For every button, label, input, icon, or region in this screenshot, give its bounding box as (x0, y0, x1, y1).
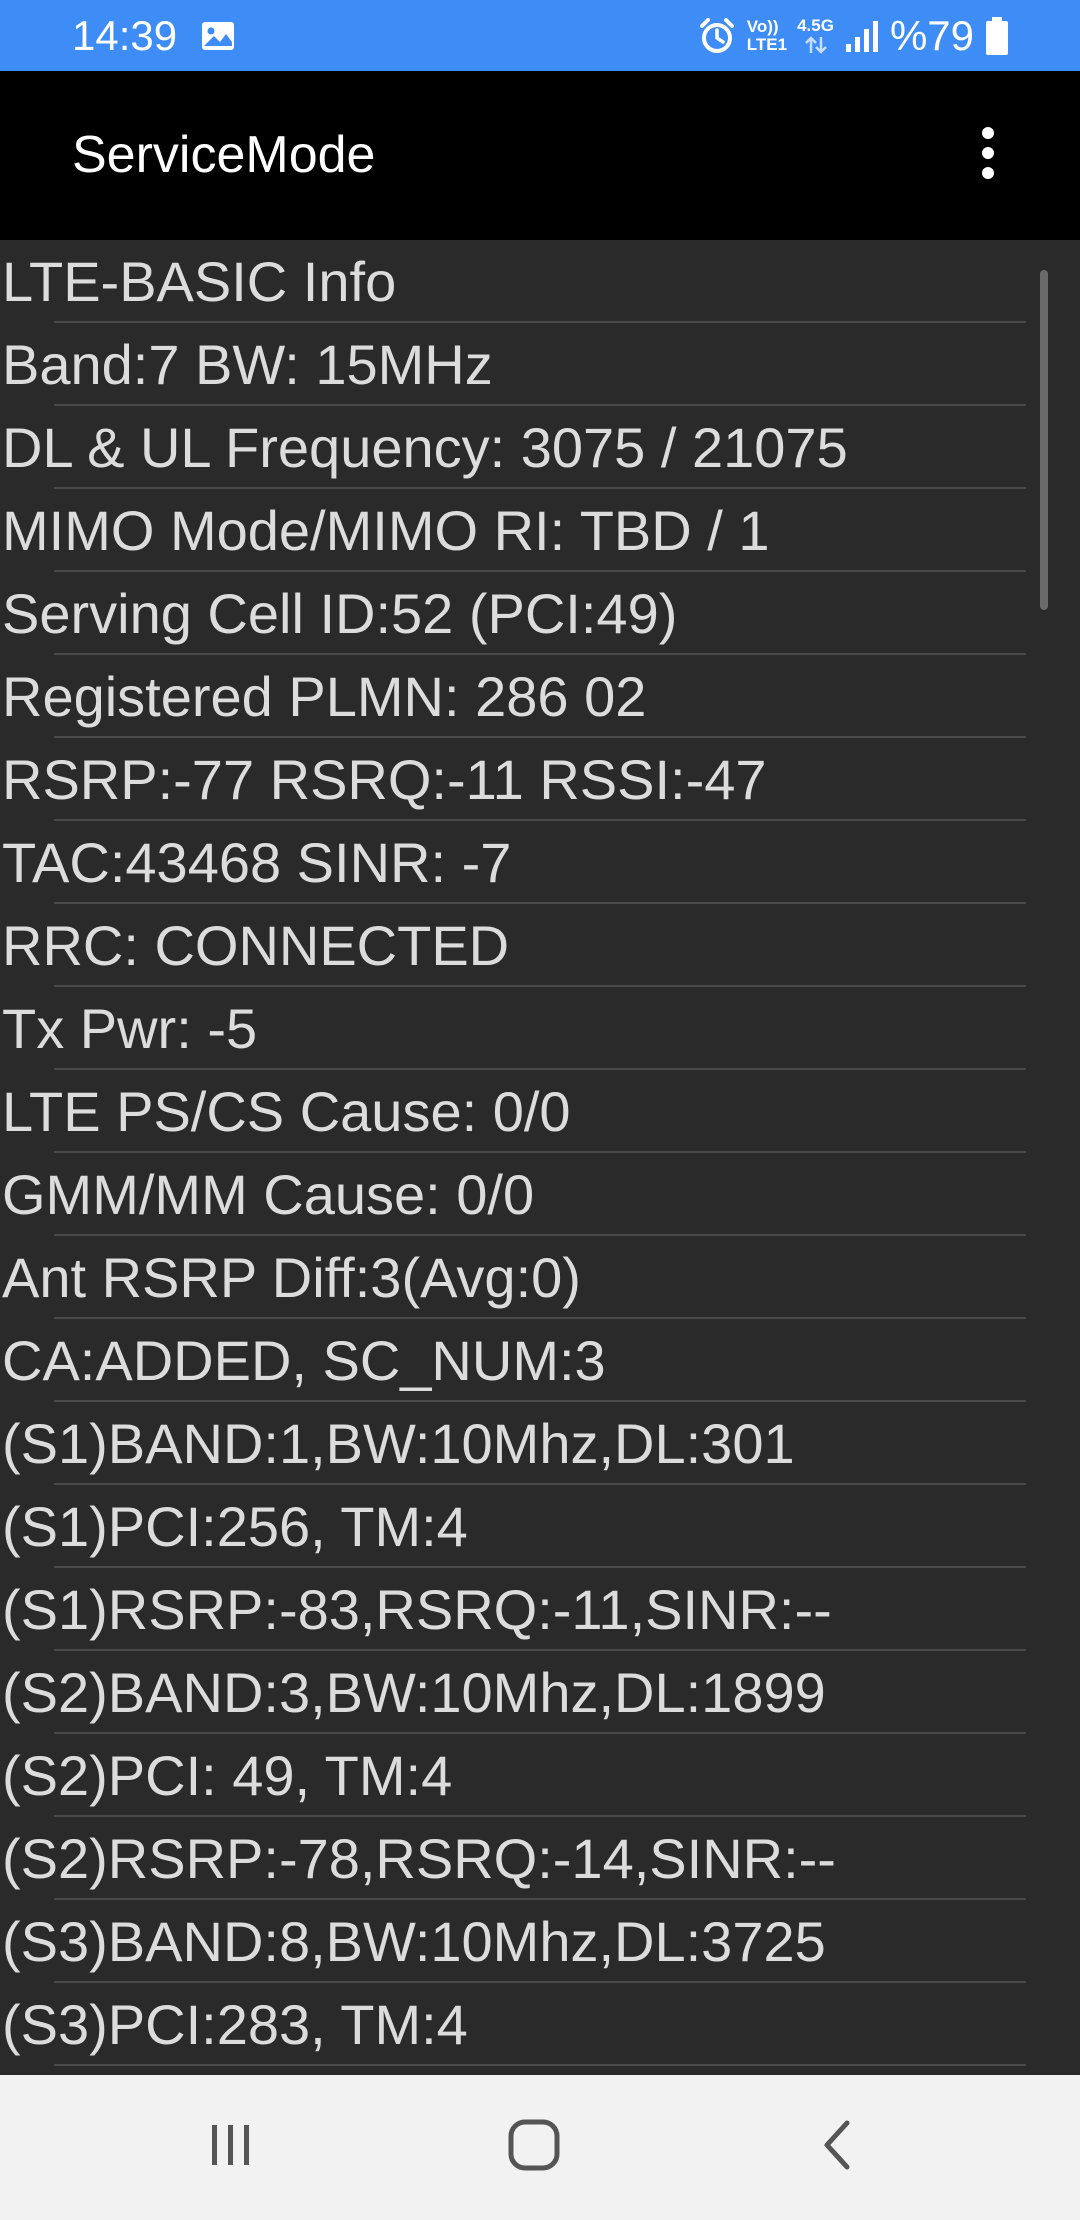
list-item-text: LTE-BASIC Info (2, 250, 397, 313)
home-button[interactable] (474, 2097, 594, 2197)
signal-icon (844, 18, 880, 54)
app-bar: ServiceMode (0, 71, 1080, 240)
list-item: GMM/MM Cause: 0/0 (0, 1153, 1080, 1236)
status-bar: 14:39 Vo)) LTE1 4.5G %79 (0, 0, 1080, 71)
recent-apps-icon (206, 2120, 256, 2175)
volte-indicator: Vo)) LTE1 (747, 18, 787, 54)
status-time: 14:39 (72, 12, 178, 59)
list-item: (S3)BAND:8,BW:10Mhz,DL:3725 (0, 1900, 1080, 1983)
list-item: Tx Pwr: -5 (0, 987, 1080, 1070)
more-vert-icon (978, 123, 998, 188)
list-item-text: RSRP:-77 RSRQ:-11 RSSI:-47 (2, 748, 767, 811)
list-item-text: (S3)PCI:283, TM:4 (2, 1993, 468, 2056)
list-item: DL & UL Frequency: 3075 / 21075 (0, 406, 1080, 489)
list-item: RSRP:-77 RSRQ:-11 RSSI:-47 (0, 738, 1080, 821)
navigation-bar (0, 2075, 1080, 2220)
status-icons: Vo)) LTE1 4.5G %79 (697, 12, 1010, 60)
list-item-text: TAC:43468 SINR: -7 (2, 831, 512, 894)
list-item-text: Tx Pwr: -5 (2, 997, 258, 1060)
list-item: (S1)BAND:1,BW:10Mhz,DL:301 (0, 1402, 1080, 1485)
app-title: ServiceMode (72, 126, 376, 184)
list-item-text: (S2)RSRP:-78,RSRQ:-14,SINR:-- (2, 1827, 836, 1890)
network-type-label: 4.5G (797, 16, 834, 35)
list-item: LTE PS/CS Cause: 0/0 (0, 1070, 1080, 1153)
list-item-text: (S3)BAND:8,BW:10Mhz,DL:3725 (2, 1910, 826, 1973)
list-item-text: RRC: CONNECTED (2, 914, 510, 977)
list-item-text: GMM/MM Cause: 0/0 (2, 1163, 535, 1226)
lte-label: LTE1 (746, 35, 788, 54)
list-item-text: (S2)PCI: 49, TM:4 (2, 1744, 453, 1807)
list-item: (S2)BAND:3,BW:10Mhz,DL:1899 (0, 1651, 1080, 1734)
list-item: (S1)PCI:256, TM:4 (0, 1485, 1080, 1568)
list-item-text: Ant RSRP Diff:3(Avg:0) (2, 1246, 581, 1309)
list-item: MIMO Mode/MIMO RI: TBD / 1 (0, 489, 1080, 572)
list-item: Registered PLMN: 286 02 (0, 655, 1080, 738)
list-item-text: (S1)BAND:1,BW:10Mhz,DL:301 (2, 1412, 795, 1475)
battery-icon (984, 16, 1010, 56)
home-icon (506, 2117, 562, 2178)
battery-percent: %79 (889, 12, 974, 59)
alarm-icon (697, 16, 737, 56)
list-item: (S2)RSRP:-78,RSRQ:-14,SINR:-- (0, 1817, 1080, 1900)
back-button[interactable] (777, 2097, 897, 2197)
list-item: CA:ADDED, SC_NUM:3 (0, 1319, 1080, 1402)
list-item-text: CA:ADDED, SC_NUM:3 (2, 1329, 606, 1392)
list-divider (54, 2064, 1026, 2066)
list-item: TAC:43468 SINR: -7 (0, 821, 1080, 904)
list-item: (S1)RSRP:-83,RSRQ:-11,SINR:-- (0, 1568, 1080, 1651)
network-type-indicator: 4.5G (797, 17, 834, 55)
list-item-text: MIMO Mode/MIMO RI: TBD / 1 (2, 499, 770, 562)
back-icon (817, 2117, 857, 2178)
data-arrows-icon (803, 35, 829, 55)
service-info-panel[interactable]: LTE-BASIC Info Band:7 BW: 15MHz DL & UL Fr… (0, 240, 1080, 2075)
list-item: (S2)PCI: 49, TM:4 (0, 1734, 1080, 1817)
list-item: Band:7 BW: 15MHz (0, 323, 1080, 406)
list-item: Ant RSRP Diff:3(Avg:0) (0, 1236, 1080, 1319)
list-item: (S3)PCI:283, TM:4 (0, 1983, 1080, 2066)
list-item-text: Band:7 BW: 15MHz (2, 333, 493, 396)
volte-label: Vo)) (746, 17, 779, 36)
list-item-text: Serving Cell ID:52 (PCI:49) (2, 582, 678, 645)
list-item-text: Registered PLMN: 286 02 (2, 665, 647, 728)
list-item: LTE-BASIC Info (0, 240, 1080, 323)
recent-apps-button[interactable] (171, 2097, 291, 2197)
more-options-button[interactable] (960, 119, 1016, 191)
info-list: LTE-BASIC Info Band:7 BW: 15MHz DL & UL Fr… (0, 240, 1080, 2066)
list-item: RRC: CONNECTED (0, 904, 1080, 987)
list-item-text: (S2)BAND:3,BW:10Mhz,DL:1899 (2, 1661, 826, 1724)
gallery-icon (200, 18, 236, 54)
list-item-text: DL & UL Frequency: 3075 / 21075 (2, 416, 848, 479)
list-item-text: (S1)PCI:256, TM:4 (2, 1495, 468, 1558)
scrollbar[interactable] (1040, 270, 1048, 610)
list-item-text: (S1)RSRP:-83,RSRQ:-11,SINR:-- (2, 1578, 832, 1641)
list-item-text: LTE PS/CS Cause: 0/0 (2, 1080, 571, 1143)
list-item: Serving Cell ID:52 (PCI:49) (0, 572, 1080, 655)
